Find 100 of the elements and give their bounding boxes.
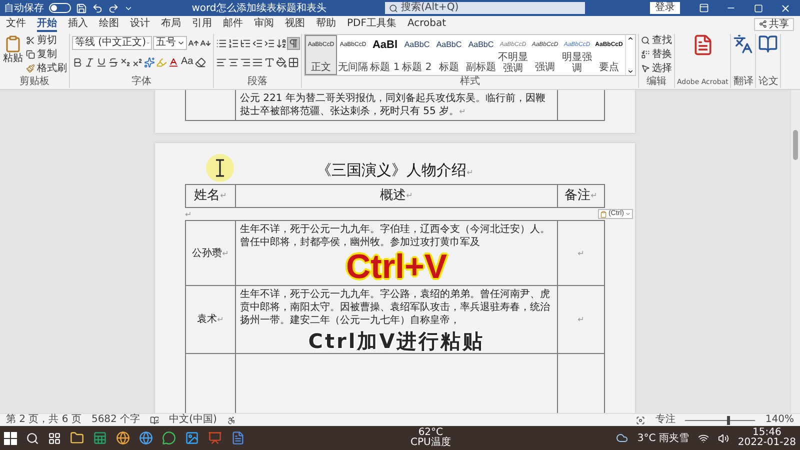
ribbon-tab[interactable]: 帮助 — [316, 16, 336, 32]
clear-format-icon[interactable] — [195, 56, 206, 68]
table-header-cell: 姓名↵ — [186, 185, 236, 207]
image-editor-icon[interactable] — [185, 431, 199, 445]
vertical-scrollbar[interactable] — [790, 90, 800, 413]
subtitle-text: Ctrl加V进行粘贴 — [308, 329, 485, 353]
multilevel-list-icon[interactable] — [240, 38, 251, 48]
folder-icon[interactable] — [70, 431, 84, 445]
caret-icon — [177, 39, 185, 47]
superscript-icon[interactable] — [132, 56, 143, 68]
accessibility-icon[interactable] — [226, 416, 236, 424]
strikethrough-icon[interactable] — [108, 56, 119, 68]
font-name-field[interactable]: 等线 (中文正文) — [72, 36, 152, 50]
browser-icon[interactable] — [139, 431, 153, 445]
clock-time[interactable]: 15:46 — [752, 428, 782, 438]
redo-icon[interactable] — [108, 2, 119, 14]
bullets-icon[interactable] — [216, 38, 227, 48]
cut-button[interactable]: 剪切 — [26, 34, 67, 47]
table-header-cell-text: 备注↵ — [564, 187, 598, 205]
maximize-icon[interactable] — [754, 4, 762, 12]
wifi-icon[interactable] — [698, 432, 709, 444]
table-header-cell: 概述↵ — [236, 185, 558, 207]
chat-icon[interactable] — [162, 431, 176, 445]
underline-icon[interactable] — [96, 56, 107, 68]
replace-button[interactable]: 替换 — [641, 48, 672, 61]
share-button[interactable]: 共享 — [754, 18, 794, 30]
ribbon-display-icon[interactable] — [699, 3, 709, 13]
paintbrush-icon — [26, 64, 35, 73]
bold-icon[interactable] — [72, 56, 83, 68]
change-case-button[interactable]: Aa — [180, 56, 194, 68]
ribbon-tab[interactable]: 邮件 — [223, 16, 243, 32]
font-size-field[interactable]: 五号 — [153, 36, 187, 50]
save-icon[interactable] — [76, 2, 87, 14]
paste-button[interactable]: 粘贴 — [2, 34, 24, 65]
spreadsheet-icon[interactable] — [93, 431, 107, 445]
proofing-icon[interactable] — [150, 416, 160, 424]
word-document-icon[interactable] — [231, 431, 245, 445]
select-button[interactable]: 选择 — [641, 62, 672, 75]
pilcrow-icon — [288, 38, 299, 48]
close-icon[interactable] — [780, 2, 790, 14]
decrease-indent-icon[interactable] — [252, 38, 263, 48]
weather-icon[interactable] — [616, 432, 628, 444]
volume-icon[interactable] — [718, 432, 729, 444]
globe-icon[interactable] — [116, 431, 130, 445]
ribbon-tab[interactable]: 插入 — [68, 16, 88, 32]
grow-font-icon[interactable] — [188, 38, 199, 48]
focus-icon[interactable] — [636, 416, 646, 424]
ribbon-tab[interactable]: Acrobat — [407, 16, 446, 32]
font-color-icon[interactable] — [168, 56, 179, 68]
scroll-up-icon[interactable] — [627, 35, 634, 42]
scroll-down-icon[interactable] — [627, 68, 634, 75]
book-icon[interactable] — [758, 34, 778, 54]
table-cell: 公孙瓒↵ — [186, 221, 236, 285]
sort-icon[interactable] — [276, 38, 287, 48]
table-cell: 生年不详，死于公元一九九年。字公路，袁绍的弟弟。曾任河南尹、虎贲中郎将，南阳太守。因被曹操、袁绍军队攻击，率兵退驻寿春，统治扬州一带。建安二年（公元一九七年）自称皇帝， — [240, 289, 550, 326]
caret-icon — [625, 211, 631, 217]
numbering-icon[interactable] — [228, 38, 239, 48]
ribbon-tab[interactable]: 布局 — [161, 16, 181, 32]
ribbon-tab[interactable]: 审阅 — [254, 16, 274, 32]
align-left-icon[interactable] — [216, 56, 227, 68]
ribbon-tab[interactable]: 视图 — [285, 16, 305, 32]
ribbon-tab[interactable]: 引用 — [192, 16, 212, 32]
align-right-icon[interactable] — [240, 56, 251, 68]
clock-date[interactable]: 2022-01-28 — [738, 438, 796, 448]
find-button[interactable]: 查找 — [641, 34, 672, 47]
italic-icon[interactable] — [84, 56, 95, 68]
show-marks-button[interactable] — [288, 38, 299, 48]
copy-button[interactable]: 复制 — [26, 48, 67, 61]
ribbon-tab[interactable]: 文件 — [6, 16, 26, 32]
format-painter-button[interactable]: 格式刷 — [26, 62, 67, 75]
weather-text[interactable]: 3°C 雨夹雪 — [637, 431, 689, 445]
scissors-icon — [26, 36, 35, 45]
group-label: 剪贴板 — [18, 76, 50, 88]
sign-in-button[interactable]: 登录 — [650, 2, 680, 14]
text-effects-icon[interactable] — [144, 56, 155, 68]
shading-icon[interactable] — [276, 56, 287, 68]
search-field[interactable]: 搜索(Alt+Q) — [385, 2, 585, 14]
task-view-icon[interactable] — [48, 432, 61, 444]
ribbon-tab[interactable]: PDF工具集 — [347, 16, 396, 32]
ribbon-tab[interactable]: 设计 — [130, 16, 150, 32]
clipboard-icon — [600, 210, 608, 218]
ribbon-tab[interactable]: 绘图 — [99, 16, 119, 32]
align-center-icon[interactable] — [228, 56, 239, 68]
undo-icon[interactable] — [92, 2, 103, 14]
borders-icon[interactable] — [288, 56, 299, 68]
pointer-icon — [641, 64, 650, 73]
focus-label[interactable]: 专注 — [655, 414, 676, 426]
justify-icon[interactable] — [252, 56, 263, 68]
line-spacing-icon[interactable] — [264, 56, 275, 68]
clipboard-icon — [4, 35, 22, 53]
group-label: 段落 — [246, 76, 268, 88]
autosave-toggle[interactable] — [49, 3, 71, 13]
presentation-icon[interactable] — [208, 431, 222, 445]
shrink-font-icon[interactable] — [200, 38, 211, 48]
increase-indent-icon[interactable] — [264, 38, 275, 48]
group-label: 论文 — [758, 76, 778, 88]
windows-start-icon[interactable] — [4, 432, 17, 444]
subscript-icon[interactable] — [120, 56, 131, 68]
search-icon[interactable] — [26, 432, 39, 444]
translate-icon[interactable] — [733, 34, 754, 54]
